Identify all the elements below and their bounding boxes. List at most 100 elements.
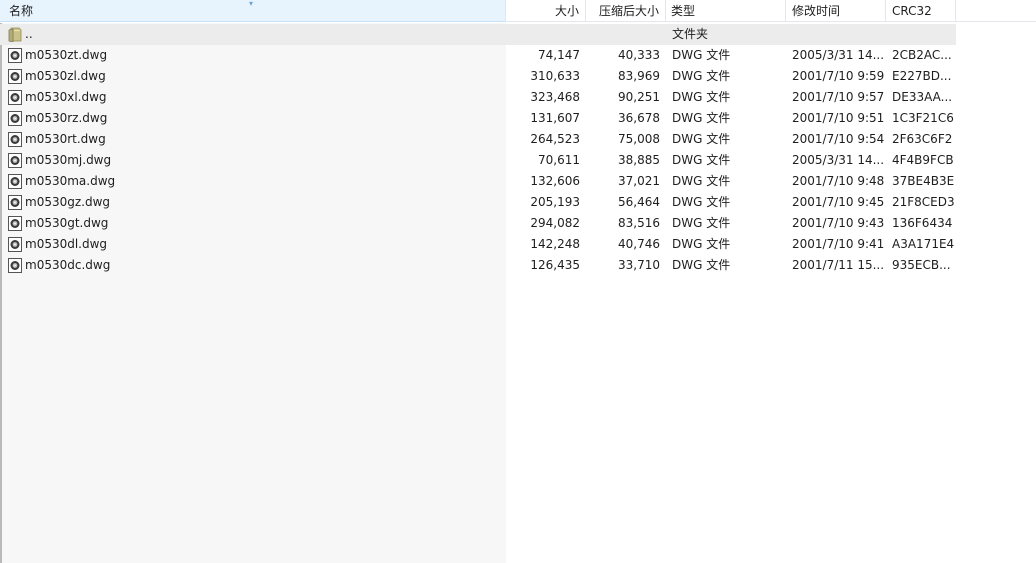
column-header-type-label: 类型 [671,4,696,18]
column-header-packed-size-label: 压缩后大小 [598,4,659,18]
file-packed-size: 90,251 [618,90,660,104]
file-crc32: 2CB2AC... [892,48,952,62]
file-crc32: 2F63C6F2 [892,132,953,146]
folder-icon [8,27,22,42]
column-header-name-label: 名称 [9,4,34,18]
file-packed-size: 75,008 [618,132,660,146]
file-row[interactable]: m0530dc.dwg 126,435 33,710 DWG 文件 2001/7/11 … [0,255,956,276]
file-packed-size: 33,710 [618,258,660,272]
file-type: DWG 文件 [672,111,731,125]
file-size: 126,435 [530,258,580,272]
dwg-file-icon [8,258,22,273]
column-header-filler [956,0,1036,22]
column-header-crc32[interactable]: CRC32 [886,0,956,22]
file-size: 74,147 [538,48,580,62]
column-header-size[interactable]: 大小 [506,0,586,22]
file-size: 264,523 [530,132,580,146]
parent-folder-name: .. [25,27,33,41]
file-name: m0530rt.dwg [25,132,106,146]
file-size: 142,248 [530,237,580,251]
dwg-file-icon [8,237,22,252]
column-header-type[interactable]: 类型 [666,0,786,22]
dwg-file-icon [8,48,22,63]
file-modified: 2001/7/11 15... [792,258,884,272]
file-packed-size: 36,678 [618,111,660,125]
file-row[interactable]: m0530rt.dwg 264,523 75,008 DWG 文件 2001/7/10 … [0,129,956,150]
column-header-name[interactable]: ▾ 名称 [0,0,506,22]
file-row[interactable]: m0530ma.dwg 132,606 37,021 DWG 文件 2001/7/10 … [0,171,956,192]
file-name: m0530dc.dwg [25,258,111,272]
file-type: DWG 文件 [672,48,731,62]
dwg-file-icon [8,111,22,126]
column-header-modified-label: 修改时间 [792,4,841,18]
file-row[interactable]: m0530xl.dwg 323,468 90,251 DWG 文件 2001/7/10 … [0,87,956,108]
file-size: 70,611 [538,153,580,167]
file-type: DWG 文件 [672,69,731,83]
dwg-file-icon [8,69,22,84]
column-header-crc32-label: CRC32 [892,4,932,18]
file-name: m0530gz.dwg [25,195,111,209]
file-packed-size: 56,464 [618,195,660,209]
file-type: DWG 文件 [672,153,731,167]
file-crc32: A3A171E4 [892,237,954,251]
file-type: DWG 文件 [672,258,731,272]
file-name: m0530xl.dwg [25,90,107,104]
file-size: 294,082 [530,216,580,230]
file-row[interactable]: m0530zt.dwg 74,147 40,333 DWG 文件 2005/3/31 1… [0,45,956,66]
dwg-file-icon [8,90,22,105]
file-modified: 2001/7/10 9:45 [792,195,884,209]
file-size: 131,607 [530,111,580,125]
file-modified: 2001/7/10 9:54 [792,132,884,146]
parent-folder-type: 文件夹 [672,27,709,41]
file-modified: 2005/3/31 14... [792,153,884,167]
file-type: DWG 文件 [672,132,731,146]
file-crc32: 37BE4B3E [892,174,954,188]
file-name: m0530ma.dwg [25,174,116,188]
file-name: m0530gt.dwg [25,216,109,230]
file-crc32: 4F4B9FCB [892,153,954,167]
file-modified: 2001/7/10 9:59 [792,69,884,83]
file-modified: 2001/7/10 9:48 [792,174,884,188]
file-row[interactable]: m0530zl.dwg 310,633 83,969 DWG 文件 2001/7/10 … [0,66,956,87]
dwg-file-icon [8,195,22,210]
file-row[interactable]: m0530gz.dwg 205,193 56,464 DWG 文件 2001/7/10 … [0,192,956,213]
file-packed-size: 83,516 [618,216,660,230]
parent-folder-row[interactable]: .. 文件夹 [0,24,956,45]
file-name: m0530mj.dwg [25,153,112,167]
file-packed-size: 40,746 [618,237,660,251]
file-crc32: DE33AA... [892,90,953,104]
file-size: 323,468 [530,90,580,104]
file-row[interactable]: m0530rz.dwg 131,607 36,678 DWG 文件 2001/7/10 … [0,108,956,129]
file-name: m0530zl.dwg [25,69,106,83]
file-size: 310,633 [530,69,580,83]
dwg-file-icon [8,153,22,168]
file-size: 205,193 [530,195,580,209]
file-row[interactable]: m0530gt.dwg 294,082 83,516 DWG 文件 2001/7/10 … [0,213,956,234]
file-crc32: 136F6434 [892,216,953,230]
file-packed-size: 40,333 [618,48,660,62]
sort-indicator-icon: ▾ [249,0,254,8]
file-type: DWG 文件 [672,174,731,188]
file-modified: 2001/7/10 9:41 [792,237,884,251]
file-type: DWG 文件 [672,195,731,209]
file-type: DWG 文件 [672,237,731,251]
file-crc32: 21F8CED3 [892,195,954,209]
file-packed-size: 37,021 [618,174,660,188]
file-size: 132,606 [530,174,580,188]
file-modified: 2005/3/31 14... [792,48,884,62]
column-header-bar: ▾ 名称 大小 压缩后大小 类型 修改时间 CRC32 [0,0,1036,23]
column-header-modified[interactable]: 修改时间 [786,0,886,22]
file-crc32: 1C3F21C6 [892,111,954,125]
dwg-file-icon [8,216,22,231]
file-name: m0530rz.dwg [25,111,108,125]
dwg-file-icon [8,174,22,189]
file-type: DWG 文件 [672,90,731,104]
column-header-packed-size[interactable]: 压缩后大小 [586,0,666,22]
file-type: DWG 文件 [672,216,731,230]
file-modified: 2001/7/10 9:57 [792,90,884,104]
file-name: m0530dl.dwg [25,237,108,251]
file-crc32: 935ECB... [892,258,951,272]
file-row[interactable]: m0530mj.dwg 70,611 38,885 DWG 文件 2005/3/31 1… [0,150,956,171]
file-crc32: E227BD... [892,69,952,83]
file-row[interactable]: m0530dl.dwg 142,248 40,746 DWG 文件 2001/7/10 … [0,234,956,255]
